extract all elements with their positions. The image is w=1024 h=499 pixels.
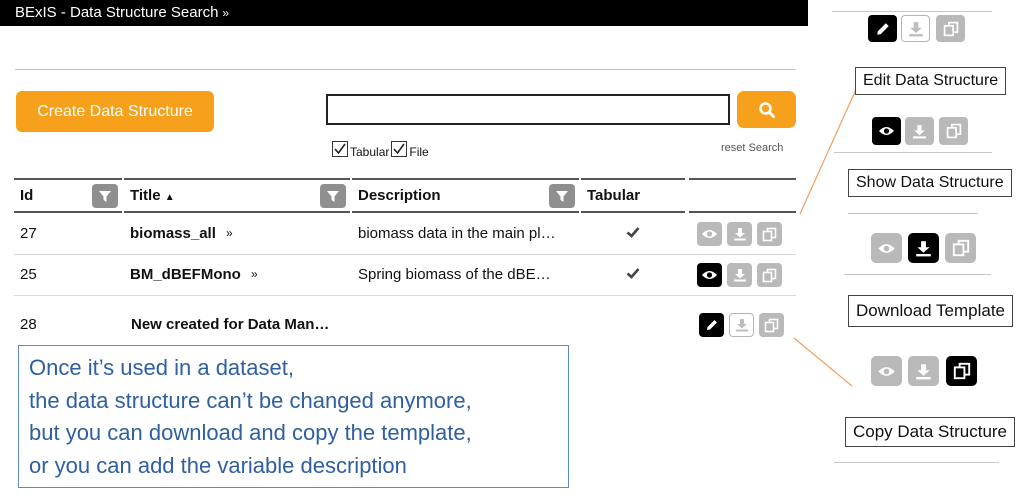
download-icon-sample [901,15,930,42]
eye-icon-sample [871,233,902,263]
eye-icon-sample [871,356,902,386]
download-icon-sample [908,233,939,263]
divider [848,213,978,214]
divider [834,152,992,153]
show-data-structure-label: Show Data Structure [848,169,1012,197]
divider [832,11,992,12]
download-icon-sample [905,117,934,145]
eye-icon-sample [872,117,901,145]
download-template-label: Download Template [848,295,1013,327]
copy-icon-sample [936,15,965,42]
copy-icon-sample [939,117,968,145]
divider [834,462,999,463]
edit-data-structure-label: Edit Data Structure [855,67,1007,95]
copy-icon-sample [945,233,976,263]
pencil-icon-sample [868,15,897,42]
download-icon-sample [908,356,939,386]
divider [844,274,991,275]
copy-icon-sample [946,356,977,386]
copy-data-structure-label: Copy Data Structure [845,417,1016,447]
